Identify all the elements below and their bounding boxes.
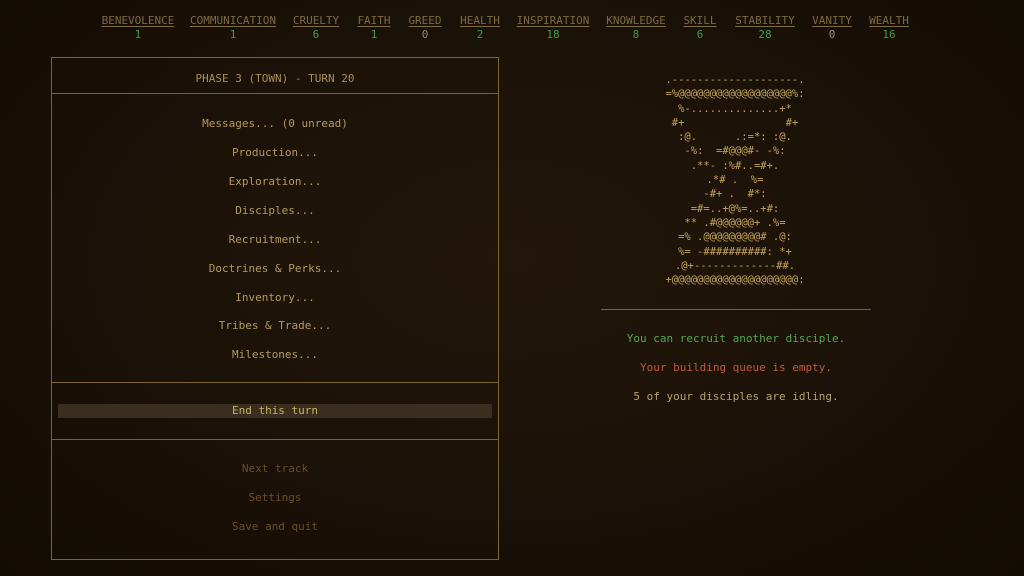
divider [52,382,498,383]
menu-next-track[interactable]: Next track [52,462,498,475]
stat-value: 28 [758,28,772,41]
stat-wealth[interactable]: WEALTH 16 [869,14,909,41]
menu-messages[interactable]: Messages... (0 unread) [52,117,498,130]
stat-value: 6 [312,28,320,41]
message-idle-disciples: 5 of your disciples are idling. [633,390,839,403]
stat-name: FAITH [357,14,391,27]
stat-communication[interactable]: COMMUNICATION 1 [190,14,276,41]
menu-save-quit[interactable]: Save and quit [52,520,498,533]
stat-name: KNOWLEDGE [606,14,666,27]
end-turn-button[interactable]: End this turn [58,404,492,418]
stat-stability[interactable]: STABILITY 28 [735,14,795,41]
stat-name: WEALTH [869,14,909,27]
menu-milestones[interactable]: Milestones... [52,348,498,361]
stat-name: VANITY [812,14,852,27]
menu-doctrines-perks[interactable]: Doctrines & Perks... [52,262,498,275]
stat-name: SKILL [683,14,717,27]
menu-exploration[interactable]: Exploration... [52,175,498,188]
stat-knowledge[interactable]: KNOWLEDGE 8 [606,14,666,41]
menu-tribes-trade[interactable]: Tribes & Trade... [52,319,498,332]
stat-vanity[interactable]: VANITY 0 [812,14,852,41]
stat-health[interactable]: HEALTH 2 [460,14,500,41]
stat-inspiration[interactable]: INSPIRATION 18 [517,14,590,41]
stat-skill[interactable]: SKILL 6 [683,14,716,41]
message-recruit: You can recruit another disciple. [626,332,846,345]
panel-title: PHASE 3 (TOWN) - TURN 20 [52,58,498,94]
stat-name: CRUELTY [292,14,340,27]
stat-value: 6 [696,28,704,41]
main-menu-panel: PHASE 3 (TOWN) - TURN 20 Messages... (0 … [51,57,499,560]
stat-benevolence[interactable]: BENEVOLENCE 1 [102,14,175,41]
stat-faith[interactable]: FAITH 1 [357,14,390,41]
menu-production[interactable]: Production... [52,146,498,159]
stat-name: COMMUNICATION [189,14,277,27]
stat-value: 16 [882,28,896,41]
menu-settings[interactable]: Settings [52,491,498,504]
stat-greed[interactable]: GREED 0 [408,14,441,41]
stat-name: GREED [408,14,442,27]
stat-cruelty[interactable]: CRUELTY 6 [293,14,339,41]
stat-value: 0 [421,28,429,41]
menu-disciples[interactable]: Disciples... [52,204,498,217]
stat-name: INSPIRATION [516,14,590,27]
ascii-art-emblem: .--------------------. =%@@@@@@@@@@@@@@@… [665,74,805,287]
stat-name: STABILITY [735,14,795,27]
menu-recruitment[interactable]: Recruitment... [52,233,498,246]
stat-value: 8 [632,28,640,41]
stat-value: 18 [546,28,560,41]
stat-value: 1 [370,28,378,41]
stat-value: 1 [229,28,237,41]
stat-value: 0 [828,28,836,41]
divider [52,439,498,440]
stat-name: HEALTH [460,14,500,27]
message-building-queue: Your building queue is empty. [639,361,833,374]
stat-value: 2 [476,28,484,41]
menu-inventory[interactable]: Inventory... [52,291,498,304]
stat-name: BENEVOLENCE [101,14,175,27]
stats-bar: BENEVOLENCE 1 COMMUNICATION 1 CRUELTY 6 … [0,14,1024,44]
stat-value: 1 [134,28,142,41]
divider [601,309,871,310]
